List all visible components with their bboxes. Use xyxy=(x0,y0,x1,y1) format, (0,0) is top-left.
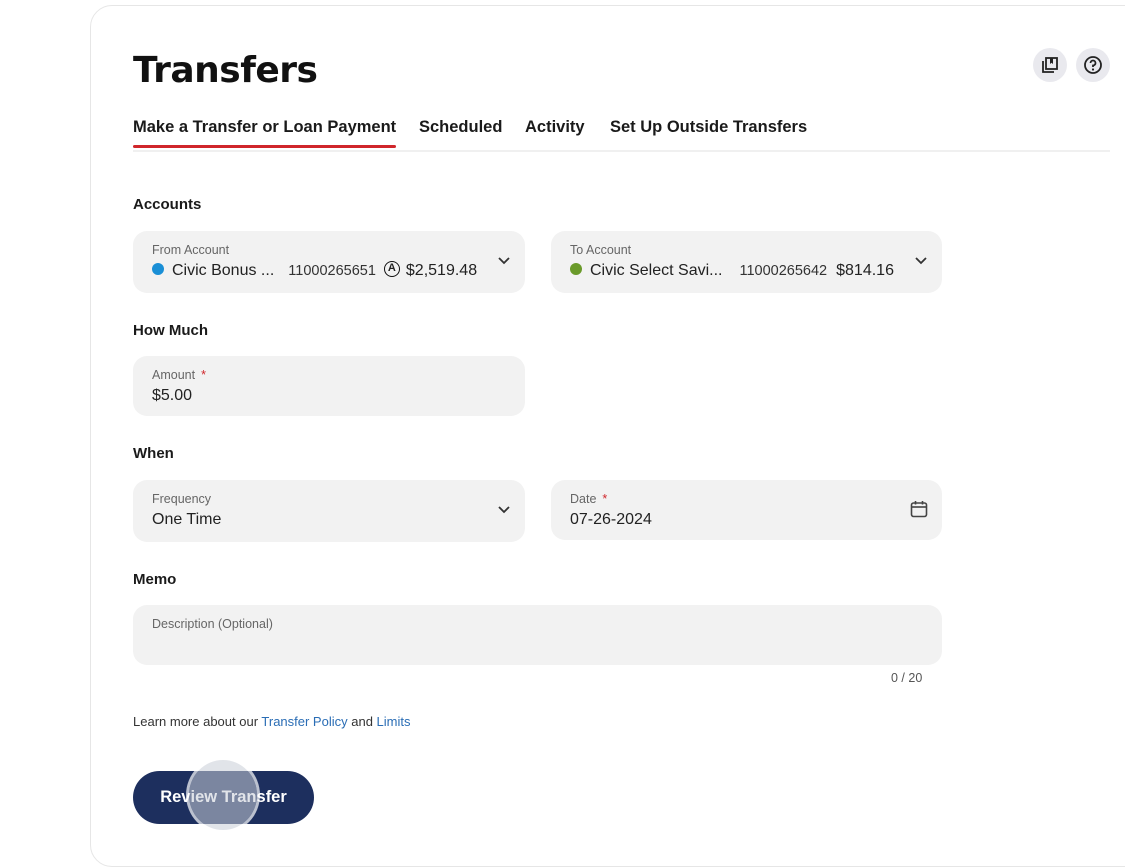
help-icon xyxy=(1084,56,1102,74)
amount-value: $5.00 xyxy=(152,387,193,404)
to-account-name: Civic Select Savi... xyxy=(590,262,723,279)
when-label: When xyxy=(133,445,174,462)
from-account-name: Civic Bonus ... xyxy=(172,262,275,279)
tab-activity[interactable]: Activity xyxy=(525,118,585,145)
from-account-select[interactable]: From Account Civic Bonus ... 11000265651 A… xyxy=(133,231,525,293)
date-value: 07-26-2024 xyxy=(570,511,652,528)
memo-label: Memo xyxy=(133,571,177,588)
to-account-value: Civic Select Savi... 11000265642 $814.16 xyxy=(570,262,894,280)
date-input[interactable]: Date * 07-26-2024 xyxy=(551,480,942,540)
account-color-dot xyxy=(152,262,164,275)
bookmarks-icon xyxy=(1042,57,1058,73)
touch-indicator xyxy=(189,760,257,830)
how-much-label: How Much xyxy=(133,322,208,339)
tab-outside-transfers[interactable]: Set Up Outside Transfers xyxy=(610,118,807,145)
to-account-label: To Account xyxy=(570,243,632,257)
memo-input[interactable]: Description (Optional) xyxy=(133,605,942,665)
to-account-number: 11000265642 xyxy=(739,263,828,279)
learn-more-text: Learn more about our Transfer Policy and… xyxy=(133,714,411,729)
limits-link[interactable]: Limits xyxy=(377,714,411,729)
bookmarks-button[interactable] xyxy=(1033,48,1067,82)
memo-placeholder: Description (Optional) xyxy=(152,617,273,631)
from-account-balance: $2,519.48 xyxy=(405,262,478,279)
tab-make-transfer[interactable]: Make a Transfer or Loan Payment xyxy=(133,118,397,148)
accounts-label: Accounts xyxy=(133,196,202,213)
to-account-select[interactable]: To Account Civic Select Savi... 110002656… xyxy=(551,231,942,293)
frequency-value: One Time xyxy=(152,511,222,528)
frequency-label: Frequency xyxy=(152,492,212,506)
amount-label: Amount * xyxy=(152,368,206,382)
amount-input[interactable]: Amount * $5.00 xyxy=(133,356,525,416)
chevron-down-icon xyxy=(498,257,510,265)
date-label: Date * xyxy=(570,492,608,506)
from-account-number: 11000265651 xyxy=(288,263,376,279)
help-button[interactable] xyxy=(1076,48,1110,82)
tab-bar: Make a Transfer or Loan Payment Schedule… xyxy=(133,118,1110,152)
account-badge-icon: A xyxy=(383,260,400,277)
chevron-down-icon xyxy=(915,257,927,265)
frequency-select[interactable]: Frequency One Time xyxy=(133,480,525,542)
calendar-icon[interactable] xyxy=(909,499,929,519)
tab-scheduled[interactable]: Scheduled xyxy=(419,118,502,145)
to-account-balance: $814.16 xyxy=(836,262,894,279)
from-account-label: From Account xyxy=(152,243,230,257)
page-title: Transfers xyxy=(133,50,318,91)
from-account-value: Civic Bonus ... 11000265651 A $2,519.48 xyxy=(152,260,478,280)
chevron-down-icon xyxy=(498,506,510,514)
transfer-policy-link[interactable]: Transfer Policy xyxy=(261,714,347,729)
account-color-dot xyxy=(570,262,582,275)
memo-character-counter: 0 / 20 xyxy=(891,671,923,685)
